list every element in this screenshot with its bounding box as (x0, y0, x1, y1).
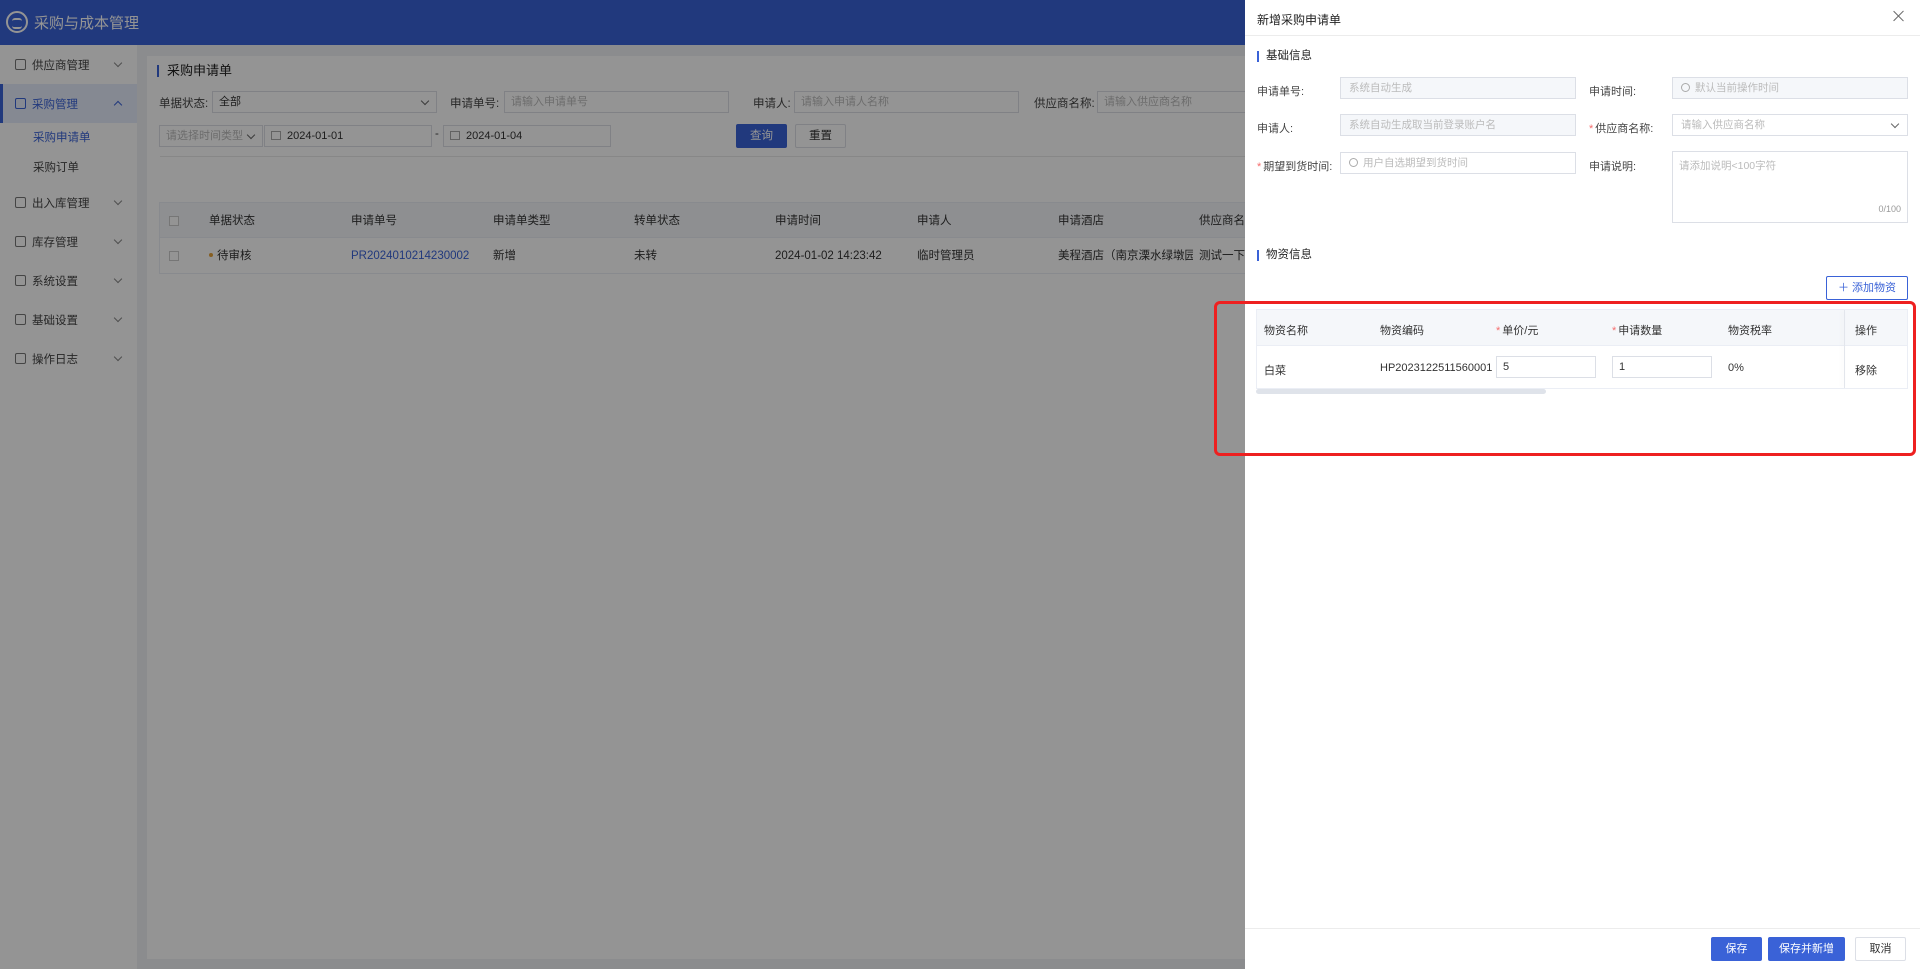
new-request-drawer: 新增采购申请单 基础信息 申请单号: 系统自动生成 申请时间: 默认当前操作时间… (1214, 0, 1920, 969)
expect-time-picker[interactable]: 用户自选期望到货时间 (1340, 152, 1576, 174)
save-and-new-button[interactable]: 保存并新增 (1768, 937, 1845, 961)
request-time-placeholder: 默认当前操作时间 (1695, 82, 1779, 94)
basic-info-title: 基础信息 (1257, 50, 1312, 62)
material-info-title: 物资信息 (1257, 249, 1312, 261)
clock-icon (1349, 158, 1358, 167)
request-time-label: 申请时间: (1589, 86, 1637, 98)
drawer-title: 新增采购申请单 (1257, 13, 1342, 27)
request-time-field: 默认当前操作时间 (1672, 77, 1908, 99)
drawer-header: 新增采购申请单 (1245, 0, 1920, 36)
supplier-label-text: 供应商名称: (1595, 123, 1654, 135)
expect-time-placeholder: 用户自选期望到货时间 (1363, 157, 1468, 169)
request-no-placeholder: 系统自动生成 (1349, 82, 1412, 94)
expect-time-label-text: 期望到货时间: (1263, 161, 1333, 173)
close-icon[interactable] (1892, 9, 1906, 23)
applicant-placeholder: 系统自动生成取当前登录账户名 (1349, 119, 1496, 131)
add-material-button[interactable]: ＋ 添加物资 (1826, 276, 1908, 300)
required-mark: * (1589, 123, 1594, 135)
supplier-select[interactable]: 请输入供应商名称 (1672, 114, 1908, 136)
supplier-label: * 供应商名称: (1589, 120, 1653, 136)
drawer-footer: 保存 保存并新增 取消 (1245, 928, 1920, 969)
char-count: 0/100 (1878, 204, 1901, 214)
chevron-down-icon (1890, 119, 1900, 129)
supplier-select-placeholder: 请输入供应商名称 (1681, 119, 1765, 131)
expect-time-label: * 期望到货时间: (1257, 158, 1332, 174)
request-no-label: 申请单号: (1257, 86, 1305, 98)
description-placeholder: 请添加说明<100字符 (1679, 160, 1777, 172)
plus-icon: ＋ (1837, 282, 1853, 294)
add-material-label: 添加物资 (1852, 282, 1897, 294)
highlight-box (1214, 301, 1916, 456)
applicant-field: 系统自动生成取当前登录账户名 (1340, 114, 1576, 136)
save-button[interactable]: 保存 (1711, 937, 1762, 961)
request-no-field: 系统自动生成 (1340, 77, 1576, 99)
description-textarea[interactable]: 请添加说明<100字符 0/100 (1672, 151, 1908, 223)
clock-icon (1681, 83, 1690, 92)
applicant-label: 申请人: (1257, 123, 1294, 135)
description-label: 申请说明: (1589, 161, 1637, 173)
required-mark: * (1257, 161, 1262, 173)
cancel-button[interactable]: 取消 (1855, 937, 1906, 961)
